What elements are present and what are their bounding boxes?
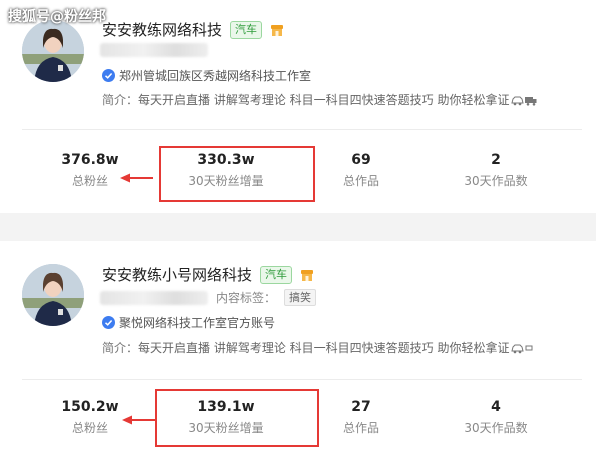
category-tag: 汽车 — [260, 265, 293, 284]
intro-row: 简介： 每天开启直播 讲解驾考理论 科目一科目四快速答题技巧 助你轻松拿证 — [102, 339, 582, 356]
intro-text: 每天开启直播 讲解驾考理论 科目一科目四快速答题技巧 助你轻松拿证 — [138, 341, 510, 355]
stat-total-works: 27 总作品 — [306, 398, 416, 437]
stat-value: 376.8w — [61, 152, 119, 168]
avatar[interactable] — [22, 264, 84, 326]
avatar[interactable] — [22, 20, 84, 82]
blurred-id-row — [100, 43, 208, 57]
shop-icon[interactable] — [270, 23, 284, 37]
verified-check-icon — [102, 316, 115, 329]
blurred-id-row: 内容标签： 搞笑 — [100, 289, 317, 306]
name-row: 安安教练网络科技 汽车 — [102, 19, 284, 40]
verification-row: 聚悦网络科技工作室官方账号 — [102, 314, 275, 331]
category-tag: 汽车 — [230, 20, 263, 39]
stat-value: 4 — [491, 399, 501, 415]
verified-text: 郑州管城回族区秀越网络科技工作室 — [119, 69, 312, 83]
intro-label: 简介： — [102, 93, 139, 107]
stat-total-fans: 376.8w 总粉丝 — [35, 151, 145, 190]
stat-value: 69 — [351, 152, 371, 168]
divider — [22, 129, 582, 130]
name-row: 安安教练小号网络科技 汽车 — [102, 264, 314, 285]
stat-label: 30天作品数 — [464, 174, 528, 188]
highlight-box — [155, 389, 319, 447]
shop-icon[interactable] — [300, 268, 314, 282]
intro-text: 每天开启直播 讲解驾考理论 科目一科目四快速答题技巧 助你轻松拿证 — [138, 93, 510, 107]
stat-value: 2 — [491, 152, 501, 168]
verification-row: 郑州管城回族区秀越网络科技工作室 — [102, 67, 311, 84]
blurred-account-id — [100, 290, 208, 305]
stat-30day-works: 2 30天作品数 — [441, 151, 551, 190]
account-name[interactable]: 安安教练小号网络科技 — [102, 264, 252, 285]
intro-label: 简介： — [102, 341, 139, 355]
stat-value: 27 — [351, 399, 371, 415]
stat-label: 30天作品数 — [464, 421, 528, 435]
car-icon — [511, 344, 533, 353]
stat-label: 总作品 — [342, 174, 379, 188]
stat-value: 150.2w — [61, 399, 119, 415]
divider — [22, 379, 582, 380]
watermark: 搜狐号@粉丝邦 — [8, 9, 106, 25]
verified-text: 聚悦网络科技工作室官方账号 — [119, 316, 276, 330]
stat-30day-works: 4 30天作品数 — [441, 398, 551, 437]
car-truck-icon — [511, 96, 537, 106]
account-card-2[interactable]: 安安教练小号网络科技 汽车 内容标签： 搞笑 聚悦网络科技工作室官方账号 简介：… — [0, 241, 596, 460]
card-separator — [0, 213, 596, 241]
content-tag[interactable]: 搞笑 — [284, 289, 317, 306]
highlight-box — [159, 146, 315, 202]
account-name[interactable]: 安安教练网络科技 — [102, 19, 222, 40]
red-arrow-icon — [122, 415, 155, 425]
red-arrow-icon — [120, 173, 153, 183]
content-tag-label: 内容标签： — [216, 291, 277, 305]
verified-check-icon — [102, 69, 115, 82]
blurred-account-id — [100, 43, 208, 57]
stat-label: 总作品 — [342, 421, 379, 435]
account-card-1[interactable]: 安安教练网络科技 汽车 郑州管城回族区秀越网络科技工作室 简介： 每天开启直播 … — [0, 0, 596, 213]
intro-row: 简介： 每天开启直播 讲解驾考理论 科目一科目四快速答题技巧 助你轻松拿证 — [102, 91, 582, 108]
stat-total-works: 69 总作品 — [306, 151, 416, 190]
